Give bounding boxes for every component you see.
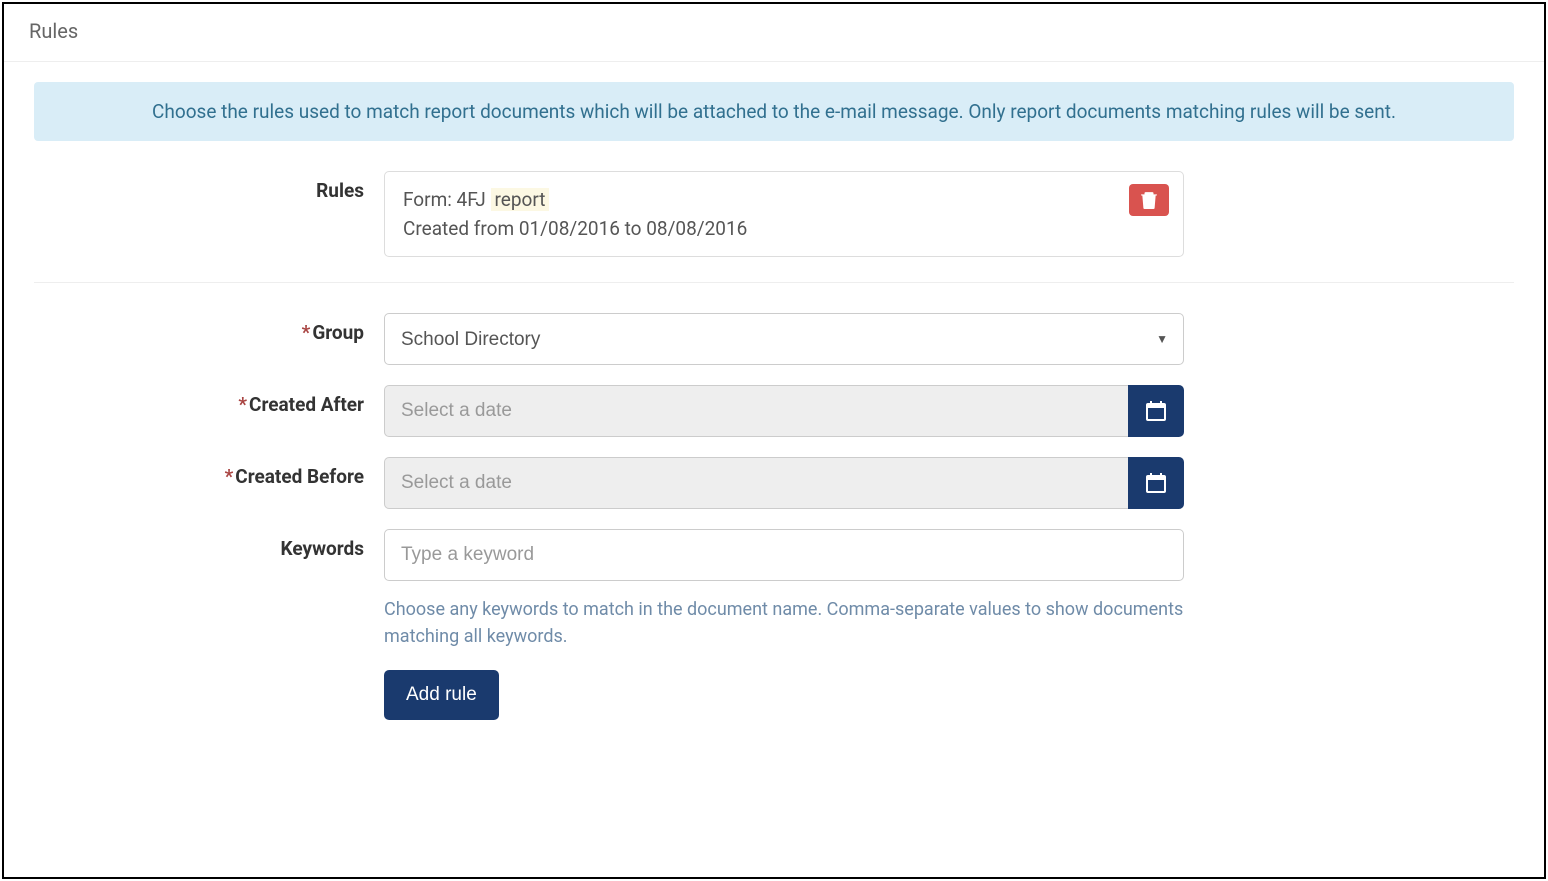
calendar-icon: [1146, 401, 1166, 421]
created-after-calendar-button[interactable]: [1128, 385, 1184, 437]
calendar-icon: [1146, 473, 1166, 493]
created-before-calendar-button[interactable]: [1128, 457, 1184, 509]
created-before-label: *Created Before: [34, 457, 384, 488]
rules-row: Rules Form: 4FJ report Created from 01/0…: [34, 171, 1514, 257]
add-rule-row: Add rule: [34, 670, 1514, 720]
created-before-row: *Created Before: [34, 457, 1514, 509]
rule-form-prefix: Form: 4FJ: [403, 188, 491, 211]
trash-icon: [1141, 191, 1157, 209]
page-header: Rules: [4, 4, 1544, 62]
created-after-row: *Created After: [34, 385, 1514, 437]
required-indicator: *: [225, 465, 234, 488]
keywords-row: Keywords Choose any keywords to match in…: [34, 529, 1514, 650]
delete-rule-button[interactable]: [1129, 184, 1169, 216]
required-indicator: *: [302, 321, 311, 344]
created-after-label: *Created After: [34, 385, 384, 416]
created-after-input[interactable]: [384, 385, 1128, 437]
keywords-label: Keywords: [34, 529, 384, 560]
outer-frame: Rules Choose the rules used to match rep…: [2, 2, 1546, 879]
group-label-text: Group: [312, 321, 364, 344]
created-before-label-text: Created Before: [235, 465, 364, 488]
required-indicator: *: [238, 393, 247, 416]
rule-form-line: Form: 4FJ report: [403, 188, 1165, 211]
page-title: Rules: [29, 19, 1519, 43]
group-row: *Group School Directory ▼: [34, 313, 1514, 365]
keywords-help-text: Choose any keywords to match in the docu…: [384, 596, 1184, 650]
rule-created-line: Created from 01/08/2016 to 08/08/2016: [403, 217, 1165, 240]
info-banner: Choose the rules used to match report do…: [34, 82, 1514, 141]
add-rule-button[interactable]: Add rule: [384, 670, 499, 720]
group-select[interactable]: School Directory: [384, 313, 1184, 365]
section-divider: [34, 282, 1514, 283]
created-after-label-text: Created After: [249, 393, 364, 416]
group-label: *Group: [34, 313, 384, 344]
rule-form-highlight: report: [491, 188, 550, 211]
keywords-input[interactable]: [384, 529, 1184, 581]
content-area: Choose the rules used to match report do…: [4, 62, 1544, 760]
rules-label: Rules: [34, 171, 384, 202]
created-before-input[interactable]: [384, 457, 1128, 509]
rule-card: Form: 4FJ report Created from 01/08/2016…: [384, 171, 1184, 257]
